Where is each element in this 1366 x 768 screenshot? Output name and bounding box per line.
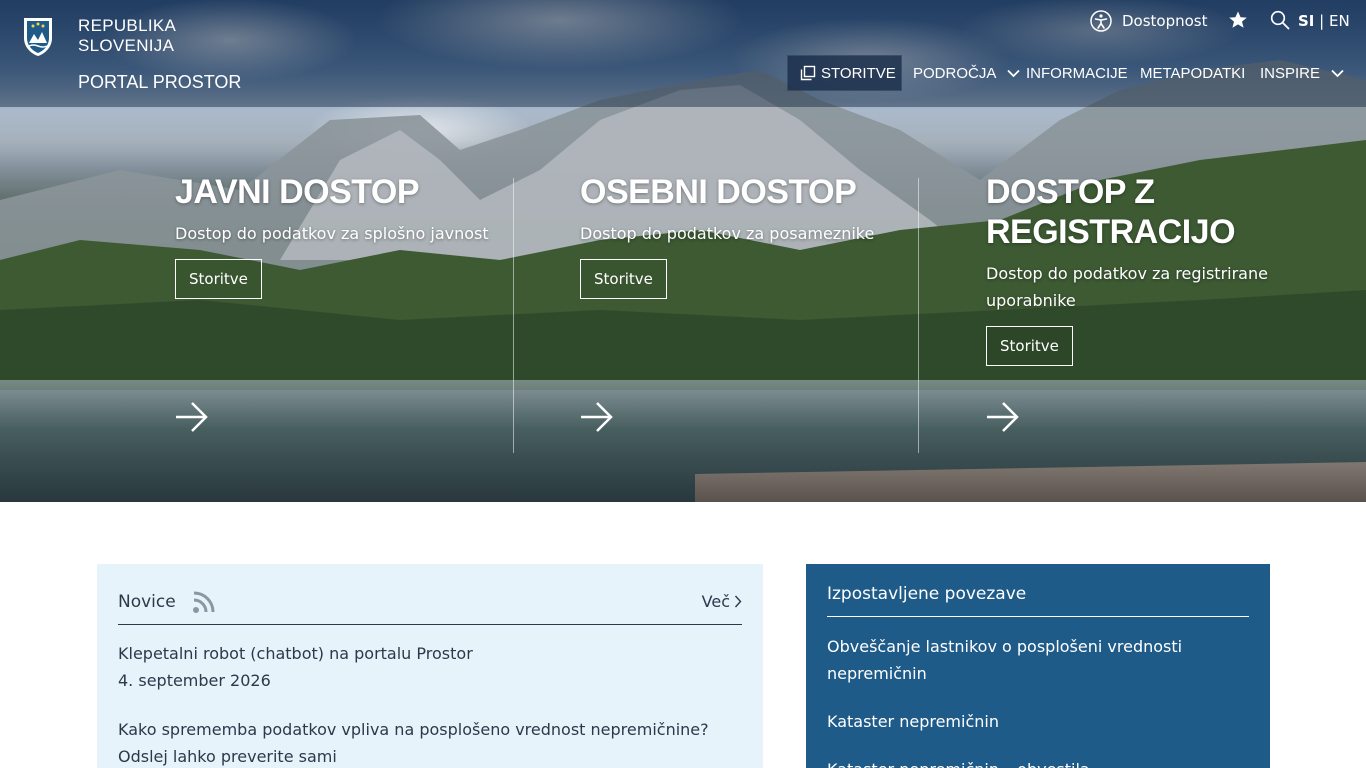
featured-links-panel: Izpostavljene povezave Obveščanje lastni…	[806, 564, 1270, 768]
arrow-right-icon[interactable]	[175, 400, 209, 434]
featured-link[interactable]: Kataster nepremičnin	[827, 708, 1247, 735]
coat-of-arms-icon[interactable]	[22, 16, 54, 58]
accessibility-icon	[1090, 10, 1112, 32]
favorites-button[interactable]	[1228, 10, 1248, 30]
storitve-button-public[interactable]: Storitve	[175, 259, 262, 299]
news-headline[interactable]: Klepetalni robot (chatbot) na portalu Pr…	[118, 640, 748, 667]
featured-link[interactable]: Kataster nepremičnin – obvestila	[827, 756, 1247, 768]
search-icon	[1270, 10, 1290, 30]
brand-republika[interactable]: REPUBLIKA	[78, 16, 176, 36]
chevron-down-icon	[1331, 69, 1344, 77]
news-item[interactable]: Klepetalni robot (chatbot) na portalu Pr…	[118, 640, 748, 694]
storitve-button-registered[interactable]: Storitve	[986, 326, 1073, 366]
accessibility-label: Dostopnost	[1122, 12, 1208, 30]
nav-informacije-label: INFORMACIJE	[1026, 64, 1128, 82]
nav-storitve-label: STORITVE	[821, 64, 896, 82]
nav-informacije[interactable]: INFORMACIJE	[1026, 55, 1128, 91]
hero-title-personal: OSEBNI DOSTOP	[580, 173, 857, 211]
copy-icon	[800, 65, 816, 81]
hero-column-registered: DOSTOP Z REGISTRACIJO Dostop do podatkov …	[986, 172, 1316, 366]
nav-metapodatki[interactable]: METAPODATKI	[1140, 55, 1245, 91]
hero-desc-personal: Dostop do podatkov za posameznike	[580, 224, 875, 243]
lang-separator: |	[1319, 12, 1325, 30]
nav-storitve[interactable]: STORITVE	[787, 55, 902, 91]
featured-links-title: Izpostavljene povezave	[827, 584, 1249, 617]
news-more-label: Več	[701, 592, 730, 611]
news-panel: Novice Več Klepetalni robot (chatbot) na…	[97, 564, 763, 768]
arrow-right-icon[interactable]	[986, 400, 1020, 434]
storitve-button-personal[interactable]: Storitve	[580, 259, 667, 299]
nav-podrocja[interactable]: PODROČJA	[913, 55, 1020, 91]
hero-title-registered-line1: DOSTOP Z	[986, 173, 1155, 211]
nav-podrocja-label: PODROČJA	[913, 64, 997, 82]
nav-metapodatki-label: METAPODATKI	[1140, 64, 1246, 82]
lang-en[interactable]: EN	[1329, 12, 1350, 30]
hero-title-registered: DOSTOP Z REGISTRACIJO	[986, 172, 1316, 252]
hero-desc-public: Dostop do podatkov za splošno javnost	[175, 224, 489, 243]
news-item[interactable]: Kako sprememba podatkov vpliva na posplo…	[118, 716, 748, 768]
lang-si[interactable]: SI	[1298, 12, 1314, 30]
news-more-link[interactable]: Več	[702, 592, 742, 611]
portal-title[interactable]: PORTAL PROSTOR	[78, 72, 241, 93]
hero-divider	[513, 178, 514, 453]
nav-inspire-label: INSPIRE	[1260, 64, 1321, 82]
chevron-right-icon	[734, 595, 742, 608]
site-header: REPUBLIKA SLOVENIJA PORTAL PROSTOR Dosto…	[0, 0, 1366, 107]
hero-title-registered-line2: REGISTRACIJO	[986, 213, 1236, 251]
arrow-right-icon[interactable]	[580, 400, 614, 434]
accessibility-link[interactable]: Dostopnost	[1090, 10, 1208, 32]
hero-desc-registered: Dostop do podatkov za registrirane upora…	[986, 264, 1268, 310]
chevron-down-icon	[1007, 69, 1020, 77]
brand-slovenija[interactable]: SLOVENIJA	[78, 36, 174, 56]
news-date: 4. september 2026	[118, 671, 271, 690]
hero-column-personal: OSEBNI DOSTOP Dostop do podatkov za posa…	[580, 172, 900, 299]
language-switcher: SI | EN	[1298, 12, 1350, 30]
news-header: Novice Več	[118, 590, 742, 625]
news-headline[interactable]: Kako sprememba podatkov vpliva na posplo…	[118, 716, 748, 768]
rss-icon[interactable]	[192, 590, 216, 614]
search-button[interactable]	[1270, 10, 1290, 30]
nav-inspire[interactable]: INSPIRE	[1260, 55, 1344, 91]
hero-title-public: JAVNI DOSTOP	[175, 173, 420, 211]
featured-link[interactable]: Obveščanje lastnikov o posplošeni vredno…	[827, 633, 1247, 687]
star-icon	[1229, 11, 1247, 28]
hero-divider	[918, 178, 919, 453]
news-title: Novice	[118, 592, 176, 612]
hero-column-public: JAVNI DOSTOP Dostop do podatkov za sploš…	[175, 172, 505, 299]
